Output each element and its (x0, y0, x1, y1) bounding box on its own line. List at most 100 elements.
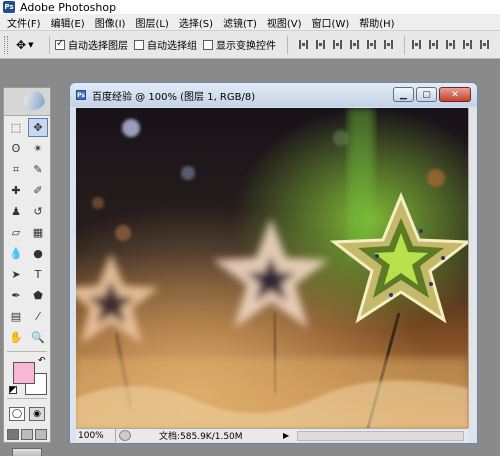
menu-view[interactable]: 视图(V) (262, 15, 307, 30)
align-top-icon[interactable] (297, 38, 310, 51)
shape-tool-icon[interactable]: ⬟ (28, 286, 48, 305)
image-canvas[interactable] (76, 108, 468, 428)
crop-tool-icon[interactable]: ⌗ (6, 160, 26, 179)
move-tool-icon: ✥ (16, 37, 27, 52)
path-selection-tool-icon[interactable]: ➤ (6, 265, 26, 284)
toolbox-header[interactable] (4, 88, 50, 116)
menu-select[interactable]: 选择(S) (174, 15, 218, 30)
distribute-top-icon[interactable] (410, 38, 423, 51)
auto-select-group-label: 自动选择组 (147, 41, 197, 52)
menu-layer[interactable]: 图层(L) (130, 15, 173, 30)
photoshop-feather-icon (20, 88, 48, 114)
lasso-tool-icon[interactable]: ʘ (6, 139, 26, 158)
close-button[interactable]: ✕ (439, 87, 471, 102)
align-left-icon[interactable] (348, 38, 361, 51)
stars-photo (76, 108, 468, 428)
auto-select-group-box[interactable] (134, 39, 144, 50)
horizontal-scrollbar[interactable] (297, 430, 464, 441)
menu-filter[interactable]: 滤镜(T) (218, 15, 262, 30)
marquee-tool-icon[interactable]: ⬚ (6, 118, 26, 137)
color-swatches: ↶ (7, 356, 47, 396)
menu-bar: 文件(F) 编辑(E) 图像(I) 图层(L) 选择(S) 滤镜(T) 视图(V… (0, 14, 500, 31)
dodge-tool-icon[interactable]: ● (28, 244, 48, 263)
foreground-color-swatch[interactable] (13, 362, 35, 384)
zoom-tool-icon[interactable]: 🔍 (28, 328, 48, 347)
menu-image[interactable]: 图像(I) (90, 15, 131, 30)
document-window: Ps 百度经验 @ 100% (图层 1, RGB/8) ▁ ▢ ✕ 100% … (69, 82, 478, 444)
options-separator (404, 35, 405, 54)
screen-modes (4, 421, 50, 440)
pen-tool-icon[interactable]: ✒ (6, 286, 26, 305)
standard-screen-mode-icon[interactable] (7, 429, 19, 440)
tool-preset-picker[interactable]: ✥ ▼ (16, 36, 44, 54)
default-colors-icon[interactable] (9, 386, 17, 394)
toolbox-divider (7, 398, 47, 399)
auto-select-group-checkbox[interactable]: 自动选择组 (134, 37, 197, 52)
imageready-icon (12, 448, 42, 456)
menu-help[interactable]: 帮助(H) (354, 15, 399, 30)
menu-edit[interactable]: 编辑(E) (46, 15, 90, 30)
brush-tool-icon[interactable]: ✐ (28, 181, 48, 200)
show-transform-box[interactable] (203, 39, 213, 50)
toolbox-divider (7, 351, 47, 352)
window-buttons: ▁ ▢ ✕ (391, 87, 471, 102)
distribute-left-icon[interactable] (461, 38, 474, 51)
options-bar-grip[interactable] (4, 35, 8, 54)
document-title: 百度经验 @ 100% (图层 1, RGB/8) (92, 91, 256, 103)
full-screen-mode-icon[interactable] (35, 429, 47, 440)
blur-tool-icon[interactable]: 💧 (6, 244, 26, 263)
status-icon[interactable] (119, 430, 131, 441)
clone-stamp-tool-icon[interactable]: ♟ (6, 202, 26, 221)
auto-select-layer-label: 自动选择图层 (68, 41, 128, 52)
align-buttons (297, 35, 495, 54)
auto-select-layer-checkbox[interactable]: 自动选择图层 (55, 37, 128, 52)
swap-colors-icon[interactable]: ↶ (38, 356, 46, 366)
document-title-bar[interactable]: Ps 百度经验 @ 100% (图层 1, RGB/8) ▁ ▢ ✕ (70, 83, 477, 107)
minimize-button[interactable]: ▁ (393, 87, 414, 102)
mask-modes: ◯ ◉ (4, 401, 50, 421)
photoshop-app: Ps Adobe Photoshop 文件(F) 编辑(E) 图像(I) 图层(… (0, 0, 500, 456)
show-transform-checkbox[interactable]: 显示变换控件 (203, 37, 276, 52)
options-separator (287, 35, 288, 54)
align-bottom-icon[interactable] (331, 38, 344, 51)
notes-tool-icon[interactable]: ▤ (6, 307, 26, 326)
hand-tool-icon[interactable]: ✋ (6, 328, 26, 347)
title-bar: Ps Adobe Photoshop (0, 0, 500, 14)
document-icon: Ps (76, 90, 86, 100)
type-tool-icon[interactable]: T (28, 265, 48, 284)
quick-mask-mode-icon[interactable]: ◉ (29, 407, 45, 421)
auto-select-layer-box[interactable] (55, 38, 65, 50)
distribute-hcenter-icon[interactable] (478, 38, 491, 51)
eraser-tool-icon[interactable]: ▱ (6, 223, 26, 242)
distribute-vcenter-icon[interactable] (427, 38, 440, 51)
gradient-tool-icon[interactable]: ▦ (28, 223, 48, 242)
zoom-level[interactable]: 100% (76, 429, 116, 442)
align-hcenter-icon[interactable] (365, 38, 378, 51)
options-bar: ✥▼ 自动选择图层 自动选择组 显示变换控件 (0, 31, 500, 59)
standard-mode-icon[interactable]: ◯ (9, 407, 25, 421)
history-brush-tool-icon[interactable]: ↺ (28, 202, 48, 221)
maximize-button[interactable]: ▢ (416, 87, 437, 102)
status-bar: 100% 文档:585.9K/1.50M ▶ (76, 428, 468, 442)
menu-window[interactable]: 窗口(W) (307, 15, 355, 30)
jump-to-imageready-button[interactable] (4, 440, 50, 456)
status-menu-arrow-icon[interactable]: ▶ (283, 431, 289, 440)
align-vcenter-icon[interactable] (314, 38, 327, 51)
align-right-icon[interactable] (382, 38, 395, 51)
toolbox: ⬚ ✥ ʘ ✴ ⌗ ✎ ✚ ✐ ♟ ↺ ▱ ▦ 💧 ● ➤ T ✒ ⬟ ▤ ⁄ … (3, 87, 51, 456)
show-transform-label: 显示变换控件 (216, 41, 276, 52)
full-screen-menu-mode-icon[interactable] (21, 429, 33, 440)
distribute-bottom-icon[interactable] (444, 38, 457, 51)
eyedropper-tool-icon[interactable]: ⁄ (28, 307, 48, 326)
healing-brush-tool-icon[interactable]: ✚ (6, 181, 26, 200)
slice-tool-icon[interactable]: ✎ (28, 160, 48, 179)
document-size: 文档:585.9K/1.50M (159, 432, 243, 442)
menu-file[interactable]: 文件(F) (2, 15, 46, 30)
tool-grid: ⬚ ✥ ʘ ✴ ⌗ ✎ ✚ ✐ ♟ ↺ ▱ ▦ 💧 ● ➤ T ✒ ⬟ ▤ ⁄ … (4, 116, 50, 349)
app-title: Adobe Photoshop (20, 0, 117, 14)
chevron-down-icon: ▼ (28, 40, 34, 49)
vertical-scrollbar[interactable] (468, 108, 476, 428)
move-tool-icon[interactable]: ✥ (28, 118, 48, 137)
options-separator (49, 35, 50, 54)
magic-wand-tool-icon[interactable]: ✴ (28, 139, 48, 158)
